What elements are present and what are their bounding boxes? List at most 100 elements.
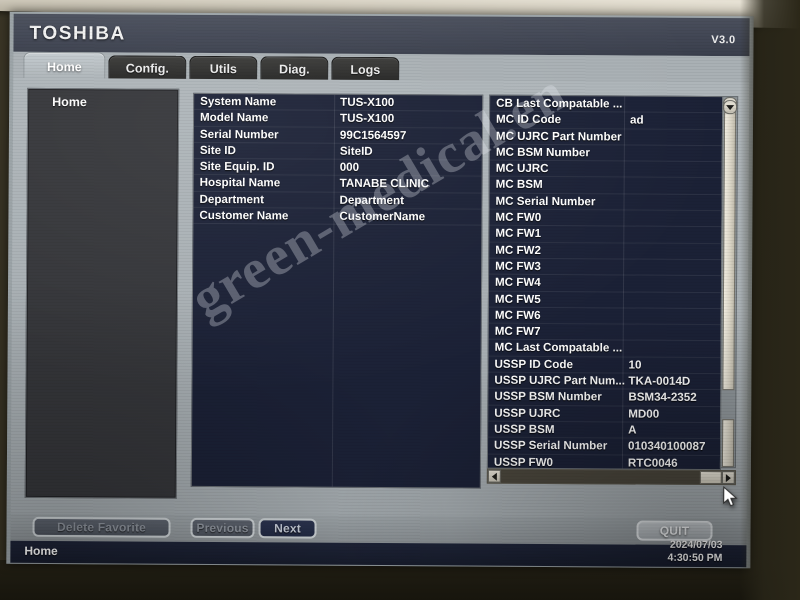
system-info-row[interactable]: Serial Number 99C1564597 — [193, 126, 482, 145]
system-info-value: TANABE CLINIC — [339, 177, 429, 191]
toshiba-logo: TOSHIBA — [29, 22, 126, 45]
tab-utils[interactable]: Utils — [189, 55, 258, 82]
module-info-label: MC FW1 — [495, 227, 542, 241]
tab-diag[interactable]: Diag. — [260, 56, 329, 82]
horizontal-scrollbar-thumb[interactable] — [699, 470, 722, 485]
module-info-row[interactable]: MC ID Code ad — [489, 111, 723, 130]
triangle-right-icon — [725, 473, 731, 482]
module-info-row[interactable]: MC FW4 — [488, 274, 722, 293]
module-info-row[interactable]: MC BSM Number — [489, 144, 722, 163]
system-info-label: Serial Number — [199, 127, 279, 141]
module-info-row[interactable]: USSP UJRC MD00 — [488, 405, 721, 424]
module-info-row[interactable]: CB Last Compatable ... — [490, 95, 723, 114]
system-info-label: Model Name — [200, 111, 269, 125]
module-info-label: USSP UJRC Part Num... — [494, 373, 626, 388]
tab-logs[interactable]: Logs — [331, 56, 400, 83]
module-info-row[interactable]: MC FW0 — [489, 209, 722, 228]
system-info-label: Site Equip. ID — [199, 160, 275, 174]
system-info-row[interactable]: Customer Name CustomerName — [193, 207, 482, 226]
module-info-row[interactable]: USSP Serial Number 010340100087 — [487, 437, 721, 456]
vertical-scrollbar[interactable] — [719, 96, 739, 469]
system-info-row[interactable]: Site ID SiteID — [193, 142, 482, 161]
module-info-label: MC FW0 — [495, 210, 542, 225]
system-info-row[interactable]: Department Department — [193, 191, 482, 210]
module-info-label: USSP BSM — [494, 422, 555, 437]
module-info-value: ad — [630, 113, 644, 127]
module-info-label: MC FW5 — [494, 292, 541, 306]
module-info-label: MC Last Compatable ... — [494, 341, 623, 355]
system-info-row[interactable]: System Name TUS-X100 — [194, 93, 483, 112]
module-info-label: USSP ID Code — [494, 357, 573, 371]
system-info-label: Site ID — [199, 143, 236, 158]
version-label: V3.0 — [711, 34, 736, 47]
system-info-value: Department — [339, 193, 405, 207]
system-info-row[interactable]: Site Equip. ID 000 — [193, 159, 482, 178]
module-info-row[interactable]: MC FW6 — [488, 307, 721, 326]
service-application-window: TOSHIBA V3.0 Home Config. Utils Diag. Lo… — [6, 12, 753, 569]
module-info-row[interactable]: MC Serial Number — [489, 193, 722, 212]
status-date: 2024/07/03 — [669, 538, 723, 552]
module-info-label: MC FW6 — [494, 308, 541, 322]
tab-home[interactable]: Home — [23, 51, 106, 82]
monitor-photo: TOSHIBA V3.0 Home Config. Utils Diag. Lo… — [0, 0, 800, 600]
room-background-right — [740, 0, 800, 600]
module-info-row[interactable]: MC UJRC — [489, 160, 722, 179]
system-info-grid: System Name TUS-X100 Model Name TUS-X100 Ser… — [190, 92, 484, 489]
system-info-row[interactable]: Model Name TUS-X100 — [193, 110, 483, 129]
vertical-scrollbar-thumb[interactable] — [722, 112, 737, 391]
module-info-value: 10 — [628, 358, 642, 372]
module-info-label: MC BSM — [495, 178, 543, 192]
system-info-value: TUS-X100 — [340, 95, 395, 110]
status-location: Home — [24, 543, 58, 559]
module-info-row[interactable]: MC Last Compatable ... — [488, 340, 721, 358]
module-info-row[interactable]: MC UJRC Part Number — [489, 128, 722, 146]
module-info-row[interactable]: MC FW3 — [489, 258, 722, 277]
tab-config[interactable]: Config. — [108, 55, 187, 81]
module-info-label: MC ID Code — [496, 113, 562, 127]
nav-item-home[interactable]: Home — [52, 95, 87, 109]
horizontal-scrollbar-track[interactable] — [500, 469, 722, 485]
next-button[interactable]: Next — [258, 518, 317, 539]
module-info-label: MC BSM Number — [495, 145, 590, 160]
module-info-label: MC UJRC Part Number — [495, 129, 622, 144]
scroll-left-button[interactable] — [487, 469, 501, 483]
module-info-label: MC UJRC — [495, 161, 549, 176]
previous-button[interactable]: Previous — [190, 517, 255, 539]
module-info-row[interactable]: MC FW5 — [488, 291, 721, 309]
module-info-row[interactable]: MC FW1 — [489, 226, 722, 244]
module-info-row[interactable]: USSP ID Code 10 — [488, 356, 721, 375]
system-info-label: Customer Name — [199, 208, 289, 223]
system-info-label: Hospital Name — [199, 176, 281, 190]
title-bar: TOSHIBA V3.0 — [13, 13, 750, 57]
module-info-value: TKA-0014D — [628, 374, 691, 388]
module-info-row[interactable]: USSP FW0 RTC0046 — [487, 454, 720, 471]
module-info-row[interactable]: MC FW7 — [488, 323, 721, 342]
navigation-list[interactable]: Home — [24, 87, 180, 499]
delete-favorite-button[interactable]: Delete Favorite — [32, 516, 171, 538]
lcd-screen: TOSHIBA V3.0 Home Config. Utils Diag. Lo… — [6, 11, 754, 569]
module-info-row[interactable]: USSP BSM Number BSM34-2352 — [488, 389, 721, 407]
system-info-value: SiteID — [339, 144, 373, 158]
module-info-label: MC FW3 — [495, 259, 541, 273]
system-info-row[interactable]: Hospital Name TANABE CLINIC — [193, 175, 482, 194]
module-info-row[interactable]: MC BSM — [489, 177, 722, 195]
module-info-row[interactable]: MC FW2 — [489, 242, 722, 261]
content-panel: Home System Name TUS-X100 Model Name TUS-X1… — [10, 77, 750, 519]
triangle-down-icon — [726, 104, 735, 110]
status-clock: 2024/07/03 4:30:50 PM — [667, 539, 722, 565]
system-info-value: TUS-X100 — [340, 112, 395, 126]
module-info-label: USSP UJRC — [494, 406, 561, 420]
module-info-row[interactable]: USSP BSM A — [488, 421, 721, 440]
module-info-label: USSP FW0 — [493, 455, 554, 469]
scroll-down-button[interactable] — [723, 100, 738, 115]
scroll-right-button[interactable] — [721, 471, 735, 485]
module-info-label: USSP Serial Number — [494, 438, 608, 453]
module-info-label: USSP BSM Number — [494, 390, 602, 404]
module-info-row[interactable]: USSP UJRC Part Num... TKA-0014D — [488, 372, 721, 391]
system-info-label: System Name — [200, 94, 277, 109]
vertical-scrollbar-thumb-lower[interactable] — [721, 419, 735, 468]
module-info-value: A — [628, 423, 637, 437]
system-info-value: CustomerName — [339, 209, 426, 224]
module-info-label: MC FW7 — [494, 324, 541, 339]
horizontal-scrollbar[interactable] — [486, 468, 736, 486]
